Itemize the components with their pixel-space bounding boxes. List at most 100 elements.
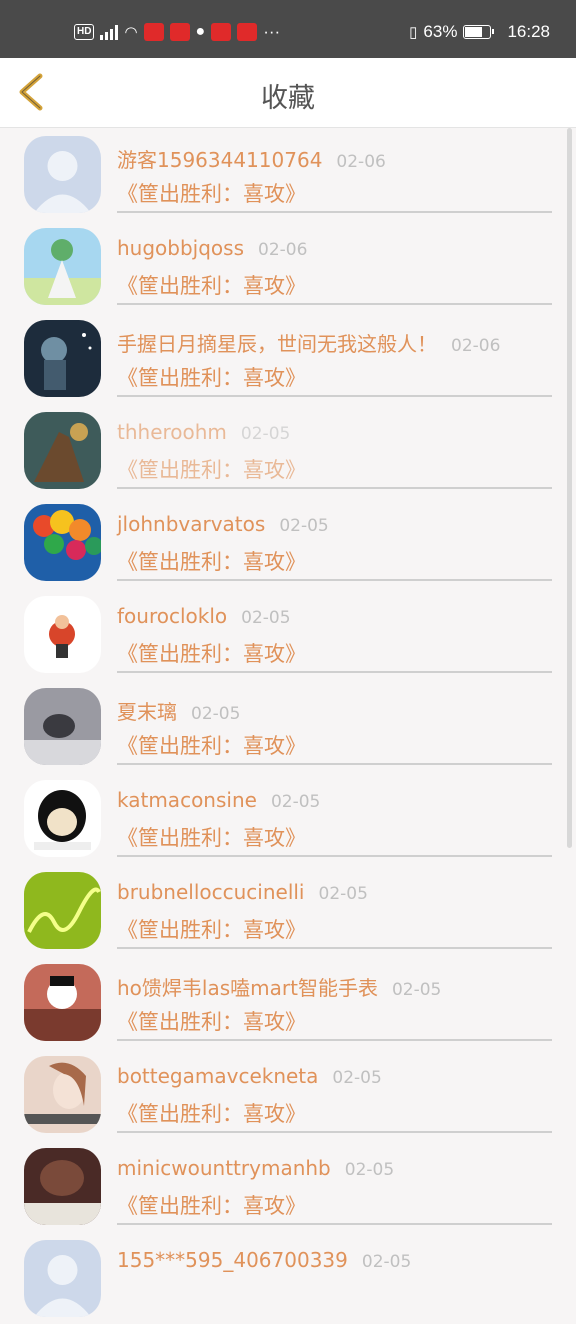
divider — [117, 1131, 552, 1133]
user-name: 夏末璃 — [117, 700, 177, 724]
scrollbar[interactable] — [567, 128, 572, 848]
avatar — [24, 1056, 101, 1133]
battery-icon — [463, 25, 495, 39]
list-item[interactable]: 夏末璃 02-05 《筐出胜利：喜攻》 — [0, 680, 576, 772]
item-name-line: jlohnbvarvatos 02-05 — [117, 512, 329, 536]
item-name-line: ho馈焊韦las嗑mart智能手表 02-05 — [117, 972, 441, 1001]
list-item[interactable]: 手握日月摘星辰，世间无我这般人！ 02-06 《筐出胜利：喜攻》 — [0, 312, 576, 404]
divider — [117, 395, 552, 397]
item-name-line: fourocloklo 02-05 — [117, 604, 291, 628]
user-name: hugobbjqoss — [117, 236, 245, 260]
item-name-line: 155***595_406700339 02-05 — [117, 1248, 411, 1272]
avatar — [24, 228, 101, 305]
avatar — [24, 504, 101, 581]
user-name: thheroohm — [117, 420, 227, 444]
divider — [117, 1223, 552, 1225]
item-date: 02-05 — [361, 1252, 412, 1272]
avatar — [24, 412, 101, 489]
list-item[interactable]: minicwounttrymanhb 02-05 《筐出胜利：喜攻》 — [0, 1140, 576, 1232]
page-header: 收藏 — [0, 58, 576, 128]
item-name-line: hugobbjqoss 02-06 — [117, 236, 307, 260]
item-date: 02-05 — [191, 704, 241, 724]
item-name-line: brubnelloccucinelli 02-05 — [117, 880, 368, 904]
status-right: ▯ 63% 16:28 — [409, 22, 550, 42]
item-subject: 《筐出胜利：喜攻》 — [117, 734, 306, 758]
avatar — [24, 320, 101, 397]
divider — [117, 1039, 552, 1041]
avatar — [24, 136, 101, 213]
avatar — [24, 1148, 101, 1225]
avatar — [24, 964, 101, 1041]
item-date: 02-06 — [258, 240, 308, 260]
divider — [117, 671, 552, 673]
page-title: 收藏 — [261, 83, 315, 114]
list-item[interactable]: 游客1596344110764 02-06 《筐出胜利：喜攻》 — [0, 128, 576, 220]
user-name: fourocloklo — [117, 604, 228, 628]
user-name: jlohnbvarvatos — [117, 512, 266, 536]
item-name-line: bottegamavcekneta 02-05 — [117, 1064, 382, 1088]
user-name: 手握日月摘星辰，世间无我这般人！ — [117, 332, 437, 356]
battery-percent: 63% — [423, 22, 458, 41]
item-name-line: minicwounttrymanhb 02-05 — [117, 1156, 394, 1180]
item-subject: 《筐出胜利：喜攻》 — [117, 182, 306, 206]
divider — [117, 211, 552, 213]
vibrate-icon: ▯ — [409, 24, 418, 41]
more-notifications-icon: ··· — [263, 22, 281, 41]
item-subject: 《筐出胜利：喜攻》 — [117, 458, 306, 482]
item-date: 02-05 — [391, 980, 442, 1000]
item-subject: 《筐出胜利：喜攻》 — [117, 1194, 306, 1218]
favorites-list: 游客1596344110764 02-06 《筐出胜利：喜攻》 hugobbjqo… — [0, 128, 576, 1324]
item-subject: 《筐出胜利：喜攻》 — [117, 826, 306, 850]
list-item[interactable]: ho馈焊韦las嗑mart智能手表 02-05 《筐出胜利：喜攻》 — [0, 956, 576, 1048]
avatar — [24, 688, 101, 765]
app-notification-icon — [237, 23, 258, 41]
list-item[interactable]: jlohnbvarvatos 02-05 《筐出胜利：喜攻》 — [0, 496, 576, 588]
list-item[interactable]: fourocloklo 02-05 《筐出胜利：喜攻》 — [0, 588, 576, 680]
user-name: 155***595_406700339 — [117, 1248, 348, 1272]
divider — [117, 579, 552, 581]
user-name: ho馈焊韦las嗑mart智能手表 — [117, 976, 378, 1000]
list-item[interactable]: brubnelloccucinelli 02-05 《筐出胜利：喜攻》 — [0, 864, 576, 956]
avatar — [24, 1240, 101, 1317]
item-name-line: 游客1596344110764 02-06 — [117, 144, 386, 173]
item-subject: 《筐出胜利：喜攻》 — [117, 1102, 306, 1126]
status-left: HD ◠ ● ··· — [74, 22, 280, 42]
avatar — [24, 872, 101, 949]
item-name-line: 夏末璃 02-05 — [117, 696, 240, 725]
item-subject: 《筐出胜利：喜攻》 — [117, 642, 306, 666]
hd-icon: HD — [74, 24, 95, 40]
item-name-line: katmaconsine 02-05 — [117, 788, 320, 812]
user-name: brubnelloccucinelli — [117, 880, 305, 904]
list-item[interactable]: katmaconsine 02-05 《筐出胜利：喜攻》 — [0, 772, 576, 864]
app-notification-icon — [143, 23, 164, 41]
list-item[interactable]: 155***595_406700339 02-05 — [0, 1232, 576, 1324]
clock: 16:28 — [507, 22, 550, 41]
item-date: 02-05 — [270, 792, 321, 812]
list-item[interactable]: thheroohm 02-05 《筐出胜利：喜攻》 — [0, 404, 576, 496]
divider — [117, 855, 552, 857]
item-subject: 《筐出胜利：喜攻》 — [117, 1010, 306, 1034]
status-bar: HD ◠ ● ··· ▯ 63% 16:28 — [0, 0, 576, 58]
item-date: 02-05 — [344, 1160, 395, 1180]
divider — [117, 947, 552, 949]
app-notification-icon — [211, 23, 232, 41]
item-date: 02-05 — [241, 608, 291, 628]
wifi-icon: ◠ — [124, 24, 138, 41]
item-date: 02-05 — [240, 424, 291, 444]
user-name: 游客1596344110764 — [117, 148, 323, 172]
app-notification-icon — [169, 23, 190, 41]
list-item[interactable]: hugobbjqoss 02-06 《筐出胜利：喜攻》 — [0, 220, 576, 312]
list-item[interactable]: bottegamavcekneta 02-05 《筐出胜利：喜攻》 — [0, 1048, 576, 1140]
item-subject: 《筐出胜利：喜攻》 — [117, 366, 306, 390]
item-date: 02-06 — [336, 152, 386, 172]
item-date: 02-05 — [279, 516, 329, 536]
avatar — [24, 596, 101, 673]
item-subject: 《筐出胜利：喜攻》 — [117, 550, 306, 574]
item-date: 02-05 — [318, 884, 368, 904]
user-name: katmaconsine — [117, 788, 257, 812]
wechat-icon: ● — [195, 23, 206, 40]
item-subject: 《筐出胜利：喜攻》 — [117, 918, 306, 942]
divider — [117, 303, 552, 305]
item-date: 02-06 — [451, 336, 501, 356]
user-name: minicwounttrymanhb — [117, 1156, 331, 1180]
